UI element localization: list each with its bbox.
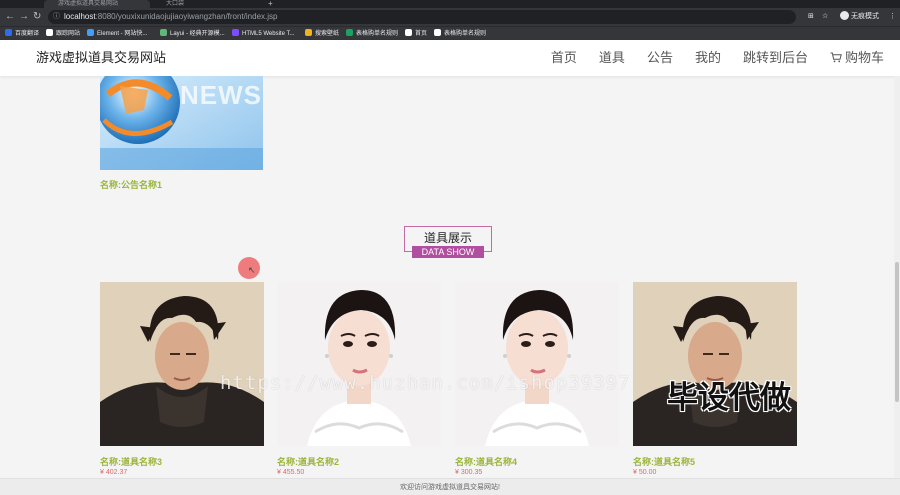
bookmark-icon bbox=[87, 29, 94, 36]
bookmark-icon bbox=[305, 29, 312, 36]
info-icon[interactable]: ⓘ bbox=[53, 10, 60, 24]
section-subtitle: DATA SHOW bbox=[412, 246, 484, 258]
product-card[interactable] bbox=[100, 282, 264, 446]
address-bar[interactable]: ⓘ localhost:8080/youxixunidaojujiaoyiwan… bbox=[48, 10, 796, 24]
back-icon[interactable]: ← bbox=[5, 10, 15, 24]
product-price: ¥ 455.50 bbox=[277, 469, 305, 476]
incognito-icon bbox=[840, 11, 849, 20]
bookmark-item[interactable]: 表格购单名规则 bbox=[346, 27, 398, 41]
product-image-man bbox=[633, 282, 797, 446]
forward-icon[interactable]: → bbox=[19, 10, 29, 24]
bookmark-item[interactable]: Layui - 经典开源模... bbox=[160, 27, 225, 41]
notice-image[interactable]: NEWS bbox=[100, 76, 263, 170]
notice-name[interactable]: 名称:公告名称1 bbox=[100, 178, 162, 191]
nav-notices[interactable]: 公告 bbox=[647, 40, 673, 76]
footer-text: 欢迎访问游戏虚拟道具交易网站! bbox=[400, 484, 500, 491]
nav-cart-label: 购物车 bbox=[844, 50, 884, 65]
main-nav: 首页 道具 公告 我的 跳转到后台 购物车 bbox=[529, 40, 884, 76]
site-logo[interactable]: 游戏虚拟道具交易网站 bbox=[36, 40, 166, 76]
nav-mine[interactable]: 我的 bbox=[695, 40, 721, 76]
watermark-url: https://www.huzhan.com/ishop39397 bbox=[220, 372, 631, 394]
product-card[interactable] bbox=[277, 282, 441, 446]
bookmarks-bar: 百度翻译 跟踪网站 Element - 网站快... Layui - 经典开源模… bbox=[0, 26, 900, 40]
section-title: 道具展示 bbox=[423, 231, 472, 245]
reload-icon[interactable]: ↻ bbox=[33, 10, 41, 24]
cart-icon bbox=[830, 52, 842, 63]
product-card[interactable] bbox=[633, 282, 797, 446]
browser-tab-label: 游戏虚拟道具交易网站 bbox=[58, 1, 119, 7]
news-image-text: NEWS bbox=[180, 80, 262, 110]
product-price: ¥ 402.37 bbox=[100, 469, 128, 476]
nav-admin[interactable]: 跳转到后台 bbox=[743, 40, 808, 76]
product-card[interactable] bbox=[455, 282, 619, 446]
bookmark-icon bbox=[232, 29, 239, 36]
product-name[interactable]: 名称:道具名称4 bbox=[455, 455, 517, 468]
bookmark-item[interactable]: HTML5 Website T... bbox=[232, 27, 294, 41]
bookmark-item[interactable]: 表格购单名规则 bbox=[434, 27, 486, 41]
bookmark-star-icon[interactable]: ☆ bbox=[822, 10, 828, 24]
bookmark-item[interactable]: 跟踪网站 bbox=[46, 27, 80, 41]
bookmark-icon bbox=[5, 29, 12, 36]
product-price: ¥ 300.35 bbox=[455, 469, 483, 476]
browser-tab[interactable]: 大口袋 bbox=[152, 0, 264, 8]
site-header: 游戏虚拟道具交易网站 首页 道具 公告 我的 跳转到后台 购物车 bbox=[0, 40, 900, 76]
browser-tab-label: 大口袋 bbox=[166, 1, 185, 7]
bookmark-icon bbox=[46, 29, 53, 36]
menu-icon[interactable]: ⋮ bbox=[889, 10, 896, 24]
translate-icon[interactable]: ⊞ bbox=[808, 10, 814, 24]
bookmark-item[interactable]: Element - 网站快... bbox=[87, 27, 147, 41]
nav-cart[interactable]: 购物车 bbox=[830, 40, 884, 76]
browser-toolbar: ← → ↻ ⓘ localhost:8080/youxixunidaojujia… bbox=[0, 8, 900, 26]
product-price: ¥ 50.00 bbox=[633, 469, 657, 476]
bookmark-item[interactable]: 首页 bbox=[405, 27, 427, 41]
product-image-man bbox=[100, 282, 264, 446]
bookmark-icon bbox=[405, 29, 412, 36]
url-path: :8080/youxixunidaojujiaoyiwangzhan/front… bbox=[95, 12, 278, 21]
bookmark-icon bbox=[346, 29, 353, 36]
bookmark-icon bbox=[160, 29, 167, 36]
bookmark-item[interactable]: 百度翻译 bbox=[5, 27, 39, 41]
cursor-arrow-icon: ↖ bbox=[248, 265, 256, 275]
browser-tab-strip: 游戏虚拟道具交易网站 大口袋 + bbox=[0, 0, 900, 8]
product-image-woman bbox=[277, 282, 441, 446]
nav-home[interactable]: 首页 bbox=[551, 40, 577, 76]
nav-items[interactable]: 道具 bbox=[599, 40, 625, 76]
product-name[interactable]: 名称:道具名称2 bbox=[277, 455, 339, 468]
page-scrollbar-thumb[interactable] bbox=[895, 262, 899, 402]
incognito-profile[interactable]: 无痕模式 bbox=[840, 10, 879, 24]
product-image-woman bbox=[455, 282, 619, 446]
product-name[interactable]: 名称:道具名称3 bbox=[100, 455, 162, 468]
url-host: localhost bbox=[64, 12, 96, 21]
product-name[interactable]: 名称:道具名称5 bbox=[633, 455, 695, 468]
browser-tab-active[interactable]: 游戏虚拟道具交易网站 bbox=[44, 0, 150, 8]
watermark-text: 毕设代做 bbox=[667, 380, 791, 415]
footer-bar: 欢迎访问游戏虚拟道具交易网站! bbox=[0, 478, 900, 495]
bookmark-icon bbox=[434, 29, 441, 36]
profile-label: 无痕模式 bbox=[851, 13, 879, 20]
bookmark-item[interactable]: 搜索壁纸 bbox=[305, 27, 339, 41]
